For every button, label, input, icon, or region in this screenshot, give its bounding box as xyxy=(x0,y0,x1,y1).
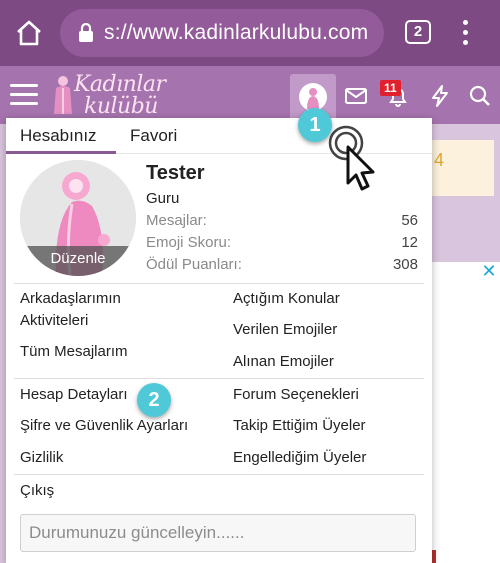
address-bar[interactable]: s://www.kadinlarkulubu.com xyxy=(60,9,384,57)
menu-link-friends-activity[interactable]: Arkadaşlarımın Aktiviteleri xyxy=(20,288,190,332)
alert-count-badge: 11 xyxy=(380,80,401,96)
background-content xyxy=(430,282,500,563)
ad-bar: ✕ xyxy=(430,262,500,282)
menu-link-forum-options[interactable]: Forum Seçenekleri xyxy=(233,384,359,406)
site-logo[interactable]: Kadınlar kulübü xyxy=(48,70,172,120)
click-pointer-icon xyxy=(328,125,375,191)
tab-hesabiniz[interactable]: Hesabınız xyxy=(20,126,97,146)
stat-value-reward-points: 308 xyxy=(392,256,418,273)
menu-link-my-topics[interactable]: Açtığım Konular xyxy=(233,288,340,310)
menu-link-received-emojis[interactable]: Alınan Emojiler xyxy=(233,351,334,373)
stat-value-messages: 56 xyxy=(401,212,418,229)
menu-divider xyxy=(14,474,424,475)
menu-link-account-details[interactable]: Hesap Detayları xyxy=(20,384,128,406)
stat-value-emoji-score: 12 xyxy=(401,234,418,251)
url-text: s://www.kadinlarkulubu.com xyxy=(104,21,369,44)
stat-label-reward-points: Ödül Puanları: xyxy=(146,256,242,273)
menu-link-password-security[interactable]: Şifre ve Güvenlik Ayarları xyxy=(20,415,188,437)
browser-toolbar: s://www.kadinlarkulubu.com 2 xyxy=(0,0,500,66)
step-marker-1: 1 xyxy=(298,108,332,142)
envelope-icon[interactable] xyxy=(344,84,368,108)
ad-close-icon[interactable]: ✕ xyxy=(480,262,498,280)
hamburger-menu-icon[interactable] xyxy=(10,84,38,106)
user-title: Guru xyxy=(146,190,180,207)
menu-link-all-messages[interactable]: Tüm Mesajlarım xyxy=(20,341,128,363)
status-update-input[interactable] xyxy=(20,514,416,552)
home-icon[interactable] xyxy=(14,18,44,48)
background-panel: 4 xyxy=(430,140,494,196)
background-panel-text: 4 xyxy=(434,150,445,170)
logout-link[interactable]: Çıkış xyxy=(20,480,54,502)
menu-link-given-emojis[interactable]: Verilen Emojiler xyxy=(233,319,337,341)
edit-avatar-button[interactable]: Düzenle xyxy=(20,246,136,276)
lightning-icon[interactable] xyxy=(428,84,452,108)
avatar-thumbnail xyxy=(299,83,327,111)
profile-avatar[interactable]: Düzenle xyxy=(20,160,136,276)
browser-menu-icon[interactable] xyxy=(456,18,476,48)
user-name[interactable]: Tester xyxy=(146,162,205,185)
menu-link-following-members[interactable]: Takip Ettiğim Üyeler xyxy=(233,415,366,437)
menu-link-privacy[interactable]: Gizlilik xyxy=(20,447,63,469)
avatar-figure-icon xyxy=(307,88,319,109)
site-header: Kadınlar kulübü xyxy=(0,66,500,124)
menu-divider xyxy=(14,283,424,284)
menu-divider xyxy=(14,378,424,379)
tab-switcher-button[interactable]: 2 xyxy=(405,20,431,44)
active-tab-indicator xyxy=(6,151,116,154)
step-marker-2: 2 xyxy=(137,383,171,417)
stat-label-emoji-score: Emoji Skoru: xyxy=(146,234,232,251)
logo-figure-icon xyxy=(54,76,72,114)
menu-link-blocked-members[interactable]: Engellediğim Üyeler xyxy=(233,447,366,469)
logo-text-line2: kulübü xyxy=(84,94,158,119)
lock-icon xyxy=(79,23,93,42)
tab-favori[interactable]: Favori xyxy=(130,126,177,146)
stat-label-messages: Mesajlar: xyxy=(146,212,207,229)
search-icon[interactable] xyxy=(468,84,492,108)
